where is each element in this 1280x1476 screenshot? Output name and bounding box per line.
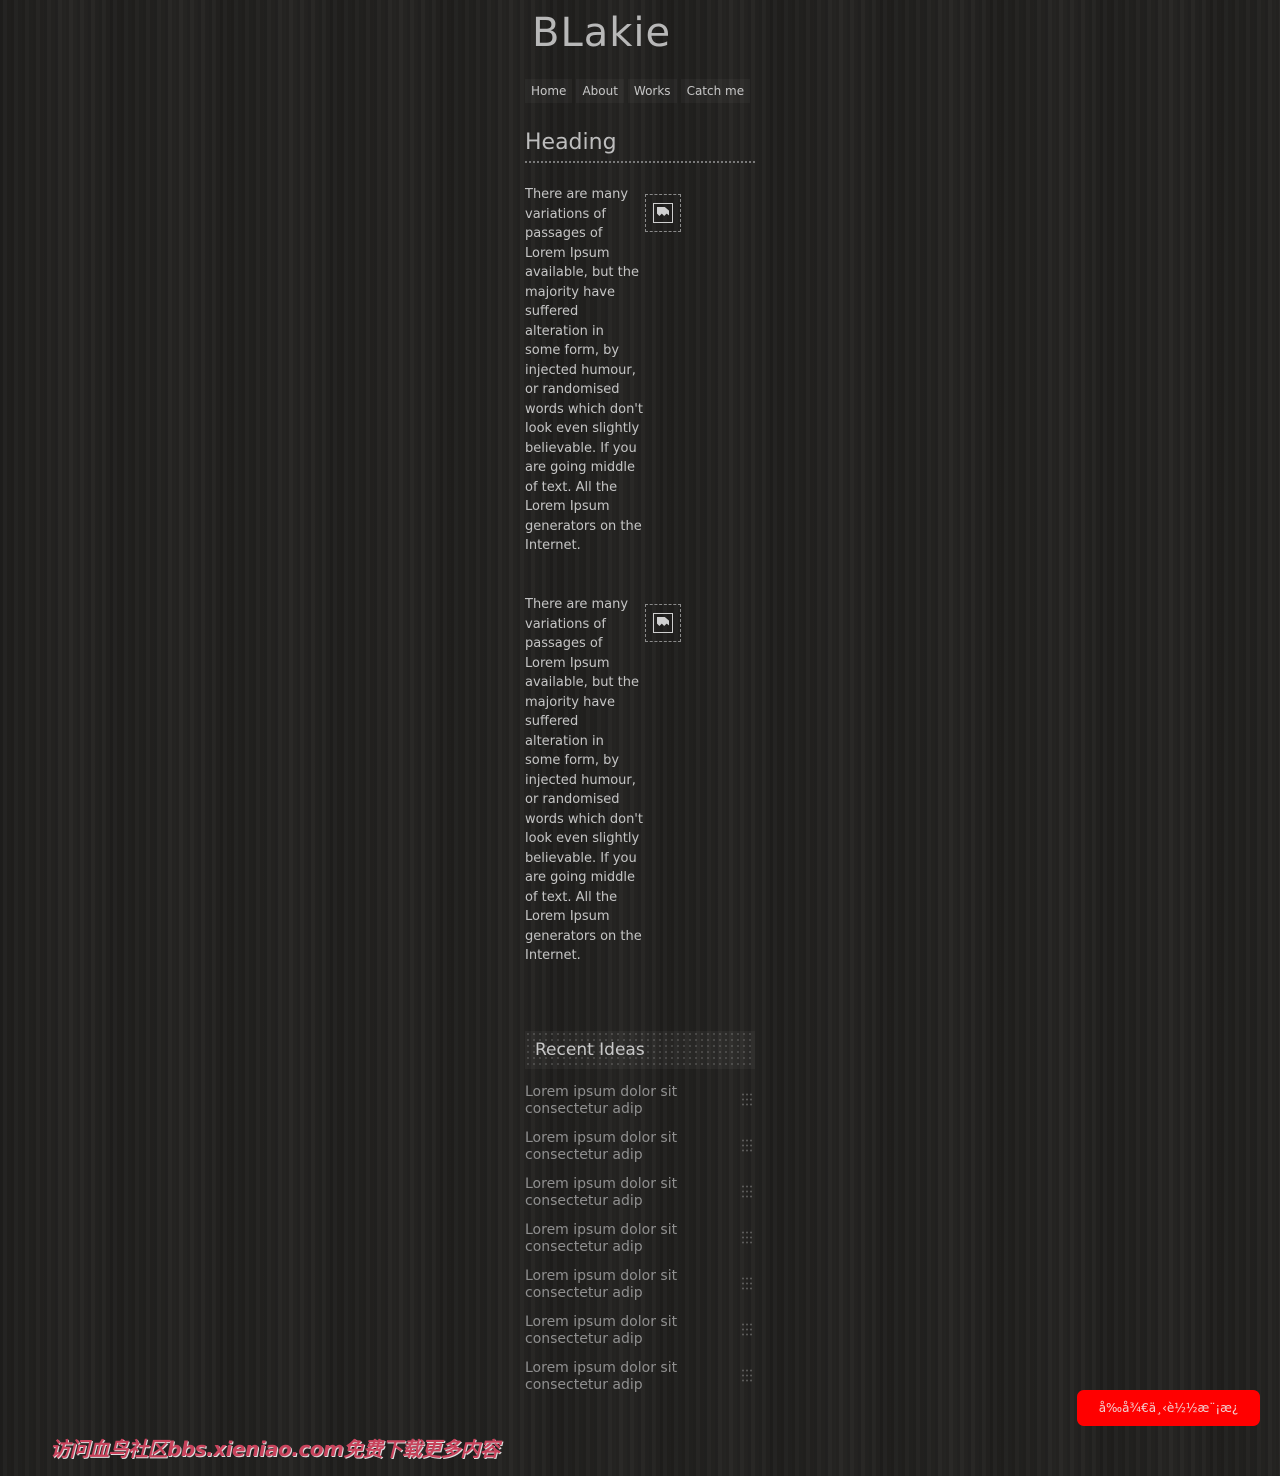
broken-image-icon <box>653 203 673 223</box>
list-item: Lorem ipsum dolor sit consectetur adip <box>525 1314 755 1360</box>
dots-icon <box>741 1230 753 1244</box>
recent-idea-link[interactable]: Lorem ipsum dolor sit consectetur adip <box>525 1176 695 1210</box>
nav-item-catch-me[interactable]: Catch me <box>681 79 751 103</box>
recent-idea-link[interactable]: Lorem ipsum dolor sit consectetur adip <box>525 1222 695 1256</box>
article-thumbnail[interactable] <box>645 194 681 232</box>
article-thumbnail[interactable] <box>645 604 681 642</box>
article-text: There are many variations of passages of… <box>525 597 643 963</box>
nav-item-works[interactable]: Works <box>628 79 677 103</box>
list-item: Lorem ipsum dolor sit consectetur adip <box>525 1360 755 1406</box>
site-logo[interactable]: BLakie <box>532 10 671 56</box>
main-nav: Home About Works Catch me <box>525 79 750 103</box>
dots-icon <box>741 1138 753 1152</box>
nav-item-about[interactable]: About <box>576 79 623 103</box>
list-item: Lorem ipsum dolor sit consectetur adip <box>525 1084 755 1130</box>
list-item: Lorem ipsum dolor sit consectetur adip <box>525 1268 755 1314</box>
recent-idea-link[interactable]: Lorem ipsum dolor sit consectetur adip <box>525 1084 695 1118</box>
list-item: Lorem ipsum dolor sit consectetur adip <box>525 1130 755 1176</box>
dots-icon <box>741 1184 753 1198</box>
watermark-text: 访问血鸟社区bbs.xieniao.com免费下载更多内容 <box>50 1437 500 1461</box>
list-item: Lorem ipsum dolor sit consectetur adip <box>525 1176 755 1222</box>
recent-idea-link[interactable]: Lorem ipsum dolor sit consectetur adip <box>525 1268 695 1302</box>
dots-icon <box>741 1276 753 1290</box>
recent-idea-link[interactable]: Lorem ipsum dolor sit consectetur adip <box>525 1130 695 1164</box>
dots-icon <box>741 1368 753 1382</box>
article: There are many variations of passages of… <box>525 185 755 556</box>
nav-item-home[interactable]: Home <box>525 79 572 103</box>
dots-icon <box>741 1322 753 1336</box>
download-template-button[interactable]: å‰å¾€ä¸‹è½½æ¨¡æ¿ <box>1077 1390 1260 1426</box>
dots-icon <box>741 1092 753 1106</box>
recent-ideas-title: Recent Ideas <box>525 1031 755 1069</box>
page-heading: Heading <box>525 128 755 163</box>
article: There are many variations of passages of… <box>525 595 755 966</box>
recent-idea-link[interactable]: Lorem ipsum dolor sit consectetur adip <box>525 1360 695 1394</box>
broken-image-icon <box>653 613 673 633</box>
list-item: Lorem ipsum dolor sit consectetur adip <box>525 1222 755 1268</box>
article-text: There are many variations of passages of… <box>525 187 643 553</box>
recent-ideas-list: Lorem ipsum dolor sit consectetur adip L… <box>525 1084 755 1406</box>
recent-idea-link[interactable]: Lorem ipsum dolor sit consectetur adip <box>525 1314 695 1348</box>
